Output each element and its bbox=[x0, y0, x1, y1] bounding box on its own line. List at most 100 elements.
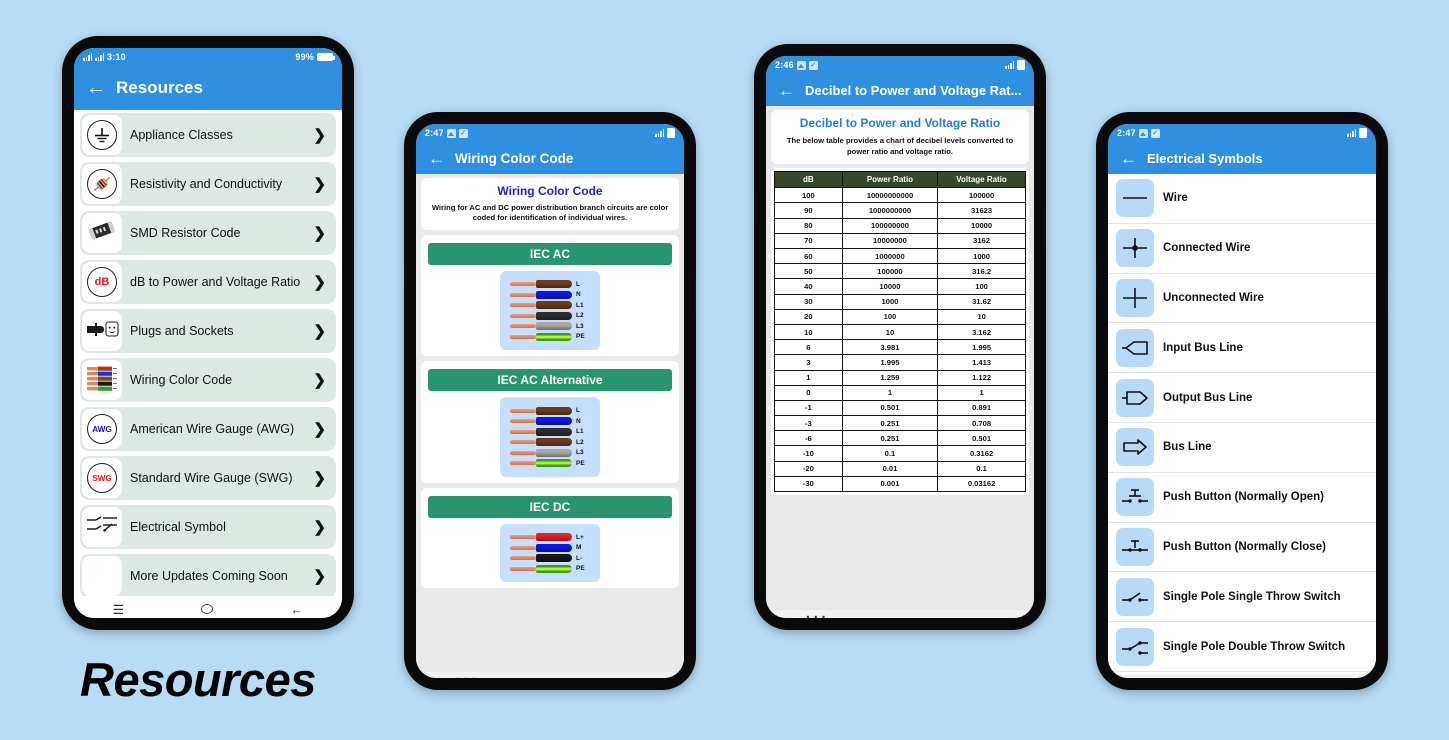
recents-icon[interactable]: ☰ bbox=[113, 603, 125, 616]
arrow-left-icon[interactable]: ← bbox=[778, 82, 795, 99]
copper-conductor bbox=[510, 313, 536, 318]
power-button[interactable] bbox=[1045, 209, 1046, 249]
power-button[interactable] bbox=[353, 206, 354, 250]
chevron-right-icon[interactable]: ❯ bbox=[313, 175, 326, 193]
symbol-list-item[interactable]: Push Button (Normally Open) bbox=[1108, 473, 1376, 523]
decibel-table: dB Power Ratio Voltage Ratio 100 1000000000… bbox=[774, 171, 1026, 493]
bus-line-symbol-icon bbox=[1116, 428, 1154, 467]
wire-row: L3 bbox=[510, 322, 590, 330]
table-cell: 0.01 bbox=[841, 460, 939, 477]
copper-conductor bbox=[510, 566, 536, 571]
resource-list-item[interactable]: SMD Resistor Code ❯ bbox=[80, 211, 336, 255]
table-cell: 0.501 bbox=[841, 399, 939, 417]
wire-diagram: L+ M L- PE bbox=[500, 523, 600, 582]
wiring-section-card: IEC AC L N L1 L2 L3 PE bbox=[421, 234, 679, 356]
phone-electrical-symbols: 2:47 ← Electrical Symbols Wire Connected … bbox=[1096, 112, 1388, 690]
chevron-right-icon[interactable]: ❯ bbox=[313, 126, 326, 144]
table-column-header: Power Ratio bbox=[841, 171, 939, 189]
push-button-no-symbol-icon bbox=[1116, 478, 1154, 517]
chevron-right-icon[interactable]: ❯ bbox=[313, 224, 326, 242]
volume-button[interactable] bbox=[754, 194, 755, 222]
copper-conductor bbox=[510, 535, 536, 539]
resource-list-item[interactable]: Electrical Symbol ❯ bbox=[80, 505, 336, 549]
volume-button[interactable] bbox=[1096, 262, 1097, 290]
symbol-list-item[interactable]: Connected Wire bbox=[1108, 224, 1376, 274]
arrow-left-icon[interactable]: ← bbox=[428, 150, 445, 167]
table-cell: 3.981 bbox=[841, 339, 939, 356]
wire-label: L+ bbox=[576, 533, 584, 541]
table-row: 80 100000000 10000 bbox=[774, 217, 1026, 234]
copper-conductor bbox=[510, 545, 536, 550]
table-row: 70 10000000 3162 bbox=[774, 232, 1026, 250]
symbol-list-item[interactable]: Input Bus Line bbox=[1108, 323, 1376, 374]
chevron-right-icon[interactable]: ❯ bbox=[313, 518, 326, 536]
symbol-list-item[interactable]: Output Bus Line bbox=[1108, 373, 1376, 423]
arrow-left-icon[interactable]: ← bbox=[1120, 150, 1137, 167]
table-cell: 1000 bbox=[841, 293, 939, 310]
volume-button[interactable] bbox=[404, 262, 405, 290]
symbol-list-item[interactable]: Single Pole Double Throw Switch bbox=[1108, 622, 1376, 672]
intro-body: Wiring for AC and DC power distribution … bbox=[431, 203, 669, 223]
check-icon bbox=[808, 60, 818, 70]
resource-list-item[interactable]: AWG American Wire Gauge (AWG) ❯ bbox=[80, 407, 336, 451]
chevron-right-icon[interactable]: ❯ bbox=[313, 371, 326, 389]
switch-symbol-icon bbox=[86, 514, 118, 541]
table-cell: 90 bbox=[774, 202, 843, 219]
volume-button[interactable] bbox=[62, 186, 63, 216]
wire-insulation bbox=[536, 543, 572, 552]
power-button[interactable] bbox=[1387, 277, 1388, 317]
wire-insulation bbox=[536, 459, 572, 467]
table-cell: 30 bbox=[774, 293, 843, 310]
wiring-section-title: IEC AC Alternative bbox=[428, 369, 672, 391]
wire-insulation bbox=[536, 280, 572, 288]
page-caption: Resources bbox=[80, 653, 316, 706]
home-icon[interactable] bbox=[201, 604, 214, 614]
wire-insulation bbox=[536, 438, 572, 446]
copper-conductor bbox=[510, 461, 536, 465]
chevron-right-icon[interactable]: ❯ bbox=[313, 420, 326, 438]
table-cell: 60 bbox=[774, 247, 843, 265]
volume-down-button[interactable] bbox=[62, 226, 63, 256]
resource-icon: dB bbox=[82, 262, 122, 302]
resource-list-item[interactable]: SWG Standard Wire Gauge (SWG) ❯ bbox=[80, 456, 336, 500]
chevron-right-icon[interactable]: ❯ bbox=[313, 322, 326, 340]
symbol-label: Push Button (Normally Close) bbox=[1163, 540, 1326, 553]
symbol-list-item[interactable]: Bus Line bbox=[1108, 423, 1376, 473]
power-button[interactable] bbox=[695, 277, 696, 317]
symbol-list-item[interactable]: Wire bbox=[1108, 174, 1376, 224]
resource-list-item[interactable]: Plugs and Sockets ❯ bbox=[80, 309, 336, 353]
symbol-list-item[interactable]: Unconnected Wire bbox=[1108, 274, 1376, 324]
symbol-list-item[interactable]: Single Pole Single Throw Switch bbox=[1108, 572, 1376, 623]
wire-graphic bbox=[510, 301, 572, 309]
symbol-label: Connected Wire bbox=[1163, 242, 1251, 255]
table-row: 3 1.995 1.413 bbox=[774, 354, 1026, 371]
resource-list-item[interactable]: Wiring Color Code ❯ bbox=[80, 358, 336, 402]
wire-insulation bbox=[536, 311, 572, 320]
table-cell: 10 bbox=[937, 308, 1026, 325]
table-cell: 0.251 bbox=[841, 415, 939, 432]
back-icon[interactable]: ‹ bbox=[992, 617, 996, 619]
chevron-right-icon[interactable]: ❯ bbox=[313, 567, 326, 585]
resource-label: Resistivity and Conductivity bbox=[130, 177, 283, 191]
status-time: 2:46 bbox=[775, 60, 794, 70]
chevron-right-icon[interactable]: ❯ bbox=[313, 273, 326, 291]
recents-icon[interactable]: ┃┃┃ bbox=[804, 617, 827, 619]
symbol-list-item[interactable]: Push Button (Normally Close) bbox=[1108, 523, 1376, 573]
resource-list-item[interactable]: Appliance Classes ❯ bbox=[80, 113, 336, 157]
resource-list-item[interactable]: More Updates Coming Soon ❯ bbox=[80, 554, 336, 596]
wiring-section-card: IEC DC L+ M L- PE bbox=[421, 487, 679, 588]
wire-colors-icon bbox=[86, 365, 118, 396]
chevron-right-icon[interactable]: ❯ bbox=[313, 469, 326, 487]
awg-badge-icon: AWG bbox=[87, 414, 117, 444]
table-cell: 0.708 bbox=[937, 415, 1026, 432]
resource-label: Plugs and Sockets bbox=[130, 324, 234, 338]
arrow-left-icon[interactable]: ← bbox=[86, 78, 106, 98]
back-icon[interactable]: ← bbox=[290, 603, 303, 616]
resource-list-item[interactable]: Resistivity and Conductivity ❯ bbox=[80, 162, 336, 206]
resource-list-item[interactable]: dB dB to Power and Voltage Ratio ❯ bbox=[80, 260, 336, 304]
app-bar: ← Decibel to Power and Voltage Rat... bbox=[766, 74, 1034, 106]
wire-graphic bbox=[510, 322, 572, 330]
wiring-section-title: IEC DC bbox=[428, 495, 672, 518]
resource-icon bbox=[82, 115, 122, 155]
wire-graphic bbox=[510, 543, 572, 552]
